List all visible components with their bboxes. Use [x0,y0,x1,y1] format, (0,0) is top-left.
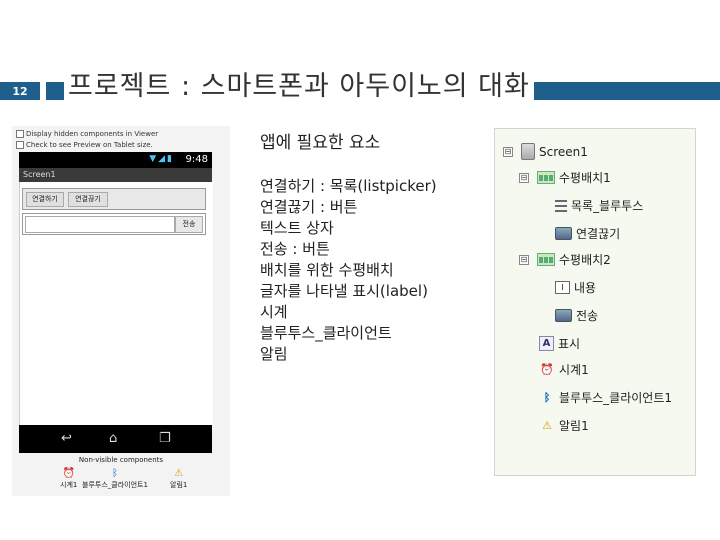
phone-status-bar: ▼◢▮ 9:48 [19,152,212,168]
list-item: 배치를 위한 수평배치 [260,261,394,279]
hidden-components-checkbox[interactable] [16,130,24,138]
list-item: 연결끊기 : 버튼 [260,198,358,216]
send-button[interactable]: 전송 [175,216,203,233]
list-icon [555,199,567,212]
nonvisible-notifier[interactable]: ⚠ 알림1 [170,468,187,490]
tree-item-arrangement1[interactable]: 수평배치1 [537,169,611,186]
list-item: 시계 [260,303,288,321]
home-icon[interactable]: ⌂ [109,431,117,446]
list-item: 알림 [260,345,288,363]
list-item: 텍스트 상자 [260,219,334,237]
content-textbox[interactable] [25,216,175,233]
phone-nav-bar: ↩ ⌂ ❐ [19,425,212,453]
list-item: 전송 : 버튼 [260,240,330,258]
horizontal-arrangement-icon [537,171,555,184]
tree-item-label[interactable]: A 표시 [539,335,580,352]
clock-icon: ⏰ [62,468,75,479]
list-item: 연결하기 : 목록(listpicker) [260,177,437,195]
screen-title-bar: Screen1 [19,168,212,182]
slide-title: 프로젝트 : 스마트폰과 아두이노의 대화 [64,70,534,104]
tree-item-arrangement2[interactable]: 수평배치2 [537,251,611,268]
horizontal-arrangement-icon [537,253,555,266]
connect-listpicker[interactable]: 연결하기 [26,192,64,207]
tree-item-bluetooth[interactable]: ᛒ 블루투스_클라이언트1 [539,389,672,406]
textbox-icon: I [555,281,570,294]
tree-item-screen1[interactable]: Screen1 [521,143,588,160]
hidden-components-label: Display hidden components in Viewer [26,130,159,138]
nonvisible-clock[interactable]: ⏰ 시계1 [60,468,77,490]
slide-number: 12 [0,82,40,100]
warning-icon: ⚠ [542,419,552,432]
horizontal-arrangement-1[interactable]: 연결하기 연결끊기 [22,188,206,210]
bluetooth-icon: ᛒ [543,391,551,404]
nonvisible-components-label: Non-visible components [78,456,164,464]
back-icon[interactable]: ↩ [61,431,72,446]
requirements-heading: 앱에 필요한 요소 [260,133,381,153]
tree-item-listpicker[interactable]: 목록_블루투스 [555,197,643,214]
clock-icon: ⏰ [540,363,554,376]
screen-icon [521,143,535,160]
tablet-preview-checkbox[interactable] [16,141,24,149]
disconnect-button[interactable]: 연결끊기 [68,192,108,207]
tree-item-clock[interactable]: ⏰ 시계1 [539,361,589,378]
label-icon: A [539,336,554,351]
horizontal-arrangement-2[interactable]: 전송 [22,213,206,235]
list-item: 글자를 나타낼 표시(label) [260,282,428,300]
recent-apps-icon[interactable]: ❐ [159,431,171,446]
requirements-list: 연결하기 : 목록(listpicker) 연결끊기 : 버튼 텍스트 상자 전… [260,176,437,365]
tablet-preview-checkbox-row[interactable]: Check to see Preview on Tablet size. [16,141,153,149]
nonvisible-components-row: ⏰ 시계1 ᛒ 블루투스_클라이언트1 ⚠ 알림1 [12,468,230,492]
tree-item-notifier[interactable]: ⚠ 알림1 [539,417,589,434]
collapse-toggle-arrangement1[interactable]: ⊟ [519,173,529,183]
tree-item-textbox[interactable]: I 내용 [555,279,596,296]
button-icon [555,309,572,322]
tree-item-send[interactable]: 전송 [555,307,598,324]
collapse-toggle-arrangement2[interactable]: ⊟ [519,255,529,265]
tablet-preview-label: Check to see Preview on Tablet size. [26,141,153,149]
warning-icon: ⚠ [174,468,184,479]
tree-item-disconnect[interactable]: 연결끊기 [555,225,620,242]
components-tree: ⊟ Screen1 ⊟ 수평배치1 목록_블루투스 연결끊기 ⊟ 수평배치2 I… [494,128,696,476]
signal-icon: ▼◢▮ [149,154,174,164]
button-icon [555,227,572,240]
status-time: 9:48 [185,154,208,165]
collapse-toggle-screen[interactable]: ⊟ [503,147,513,157]
list-item: 블루투스_클라이언트 [260,324,392,342]
hidden-components-checkbox-row[interactable]: Display hidden components in Viewer [16,130,158,138]
bluetooth-icon: ᛒ [111,468,118,479]
nonvisible-bluetooth[interactable]: ᛒ 블루투스_클라이언트1 [82,468,148,490]
